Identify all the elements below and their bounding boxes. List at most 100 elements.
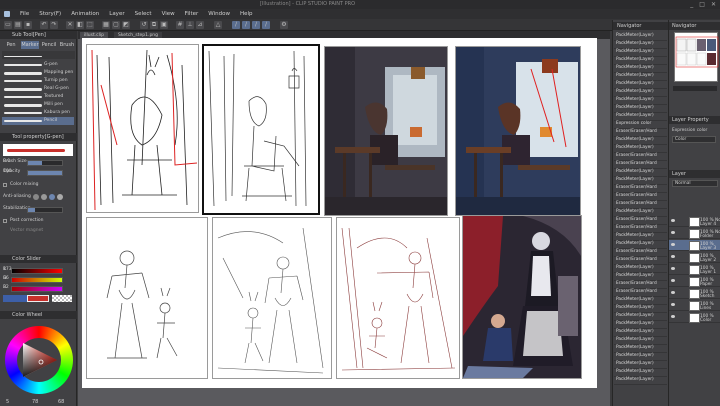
layer-row[interactable]: 100 % NormalFolder: [669, 228, 720, 239]
brush-item[interactable]: G-pen: [2, 61, 74, 69]
menu-filter[interactable]: Filter: [185, 11, 199, 17]
menu-layer[interactable]: Layer: [109, 11, 124, 17]
stroke-alt-icon[interactable]: ∕: [252, 21, 260, 29]
tab-pencil[interactable]: Pencil: [40, 42, 58, 48]
undo-icon[interactable]: ↶: [40, 21, 48, 29]
g-value[interactable]: 36: [3, 276, 74, 282]
menu-window[interactable]: Window: [208, 11, 230, 17]
redo-icon[interactable]: ↷: [50, 21, 58, 29]
layer-row[interactable]: 100 % Layer 3: [669, 240, 720, 251]
menu-select[interactable]: Select: [135, 11, 152, 17]
main-color-swatch[interactable]: [27, 295, 49, 302]
post-correction-checkbox[interactable]: [3, 219, 7, 223]
maximize-button[interactable]: □: [699, 1, 705, 8]
sub-color-swatch[interactable]: [3, 295, 27, 302]
eye-icon[interactable]: [671, 219, 675, 222]
brush-item-selected[interactable]: Pencil: [2, 117, 74, 125]
menu-file[interactable]: File: [20, 11, 29, 17]
snap-icon[interactable]: ⊿: [196, 21, 204, 29]
menu-view[interactable]: View: [162, 11, 175, 17]
canvas-paper[interactable]: [82, 38, 597, 388]
blend-mode-select[interactable]: Normal: [672, 180, 718, 187]
eye-icon[interactable]: [671, 231, 675, 234]
tab-marker[interactable]: Marker: [21, 41, 39, 49]
eye-icon[interactable]: [671, 243, 675, 246]
brush-item[interactable]: Kabura pen: [2, 109, 74, 117]
brush-item[interactable]: Real G-pen: [2, 85, 74, 93]
deselect-icon[interactable]: ▢: [112, 21, 120, 29]
brush-item[interactable]: Mapping pen: [2, 69, 74, 77]
stabilization-slider[interactable]: [27, 207, 63, 213]
brush-item[interactable]: Milli pen: [2, 101, 74, 109]
aa-weak-option[interactable]: [41, 194, 47, 200]
clear-icon[interactable]: ✕: [66, 21, 74, 29]
menu-help[interactable]: Help: [240, 11, 253, 17]
eye-icon[interactable]: [671, 267, 675, 270]
shape-icon[interactable]: △: [214, 21, 222, 29]
invert-selection-icon[interactable]: ◩: [122, 21, 130, 29]
layer-row[interactable]: 100 % Layer 1: [669, 264, 720, 275]
layer-row[interactable]: 100 % Layer 2: [669, 252, 720, 263]
layer-row[interactable]: 100 % Lines: [669, 300, 720, 311]
transform-icon[interactable]: ⬚: [86, 21, 94, 29]
tab-brush[interactable]: Brush: [58, 42, 76, 48]
minimize-button[interactable]: _: [690, 1, 693, 8]
layer-rows[interactable]: 100 % NormalLayer 4100 % NormalFolder100…: [669, 216, 720, 336]
settings-icon[interactable]: ⚙: [280, 21, 288, 29]
menu-animation[interactable]: Animation: [71, 11, 99, 17]
vector-magnet-row[interactable]: Vector magnet: [3, 227, 74, 235]
expression-color-value: Color: [675, 137, 687, 142]
stroke-extra-icon[interactable]: ∕: [262, 21, 270, 29]
color-mixing-checkbox[interactable]: [3, 183, 7, 187]
expression-color-select[interactable]: Color: [672, 136, 716, 143]
brush-item[interactable]: Textured: [2, 93, 74, 101]
stroke-icon[interactable]: ∕: [242, 21, 250, 29]
tab-pen[interactable]: Pen: [2, 42, 20, 48]
undo-history-icon[interactable]: ↺: [140, 21, 148, 29]
menu-story[interactable]: Story(F): [39, 11, 61, 17]
zoom-slider[interactable]: [673, 86, 717, 91]
layer-row[interactable]: 100 % Color: [669, 312, 720, 323]
new-file-icon[interactable]: ▭: [4, 21, 12, 29]
hue-value[interactable]: 5: [6, 399, 9, 405]
save-icon[interactable]: ▪: [24, 21, 32, 29]
post-correction-row[interactable]: Post correction: [3, 217, 74, 225]
value-value[interactable]: 68: [58, 399, 64, 405]
aa-strong-option[interactable]: [57, 194, 63, 200]
eye-icon[interactable]: [671, 315, 675, 318]
r-value[interactable]: 173: [3, 267, 74, 273]
layer-list-item[interactable]: PackMeter(Layer): [614, 376, 667, 385]
eye-icon[interactable]: [671, 291, 675, 294]
grid-icon[interactable]: #: [176, 21, 184, 29]
open-icon[interactable]: ▤: [14, 21, 22, 29]
copy-icon[interactable]: ⧉: [150, 21, 158, 29]
layer-row[interactable]: 100 % Sketch: [669, 288, 720, 299]
color-mixing-row[interactable]: Color mixing: [3, 181, 74, 189]
ruler-icon[interactable]: ⊥: [186, 21, 194, 29]
aa-none-option[interactable]: [33, 194, 39, 200]
eye-icon[interactable]: [671, 255, 675, 258]
b-value[interactable]: 32: [3, 285, 74, 291]
layer-row[interactable]: 100 % NormalLayer 4: [669, 216, 720, 227]
figure-sketch-1-image: [106, 250, 178, 359]
aa-medium-option[interactable]: [49, 194, 55, 200]
pen-pressure-icon[interactable]: ∕: [232, 21, 240, 29]
final-illustration-image: [463, 216, 581, 378]
close-button[interactable]: ✕: [711, 1, 716, 8]
brush-item[interactable]: [2, 53, 74, 61]
navigator-preview[interactable]: [674, 32, 719, 82]
saturation-value[interactable]: 78: [32, 399, 38, 405]
eye-icon[interactable]: [671, 279, 675, 282]
opacity-value[interactable]: 100: [3, 169, 74, 175]
paste-icon[interactable]: ▣: [160, 21, 168, 29]
select-all-icon[interactable]: ▦: [102, 21, 110, 29]
saturation-value-triangle[interactable]: [17, 338, 61, 382]
brush-item[interactable]: Turnip pen: [2, 77, 74, 85]
layer-row[interactable]: 100 % Paper: [669, 276, 720, 287]
eye-icon[interactable]: [671, 303, 675, 306]
brush-size-value[interactable]: 8.0: [3, 159, 74, 165]
layer-list-item-label: PackMeter(Layer): [616, 145, 654, 150]
fill-icon[interactable]: ◧: [76, 21, 84, 29]
transparent-swatch[interactable]: [52, 295, 72, 302]
layer-list[interactable]: PackMeter(Layer) PackMeter(Layer) PackMete…: [613, 32, 669, 402]
